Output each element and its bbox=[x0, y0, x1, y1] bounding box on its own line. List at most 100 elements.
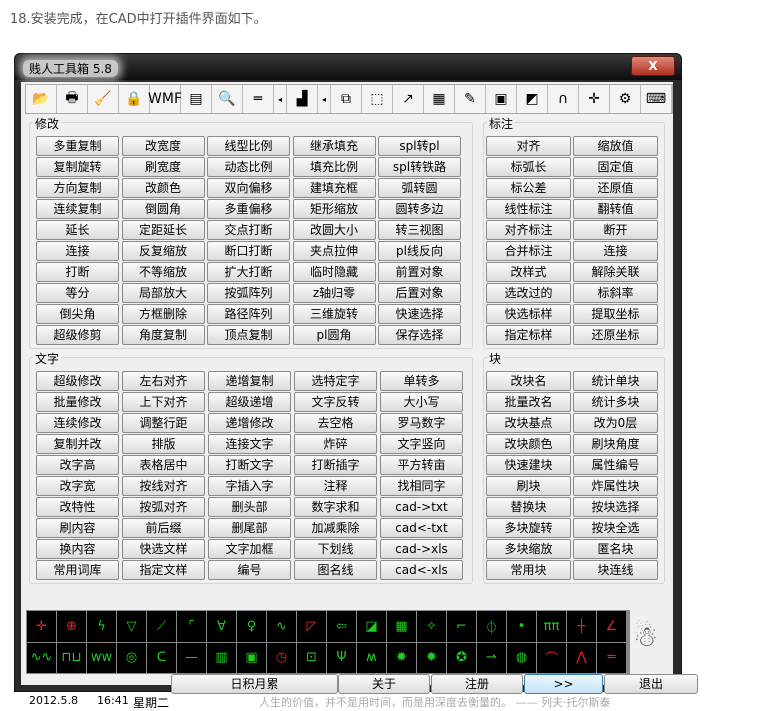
toolbar-icon-4[interactable]: WMF bbox=[148, 85, 182, 113]
toolbar-icon-20[interactable]: ⚙ bbox=[610, 85, 641, 113]
toolbar-icon-14[interactable]: ▦ bbox=[424, 85, 455, 113]
symbol-cell[interactable]: ◪ bbox=[357, 611, 386, 642]
modify-button[interactable]: 反复缩放 bbox=[121, 241, 205, 261]
toolbar-icon-1[interactable]: 🖶 bbox=[57, 85, 88, 113]
modify-button[interactable]: 改宽度 bbox=[121, 136, 205, 156]
modify-button[interactable]: 方向复制 bbox=[36, 178, 119, 198]
modify-button[interactable]: 刷宽度 bbox=[121, 157, 205, 177]
modify-button[interactable]: 扩大打断 bbox=[207, 262, 290, 282]
close-button[interactable]: X bbox=[631, 56, 675, 76]
text-button[interactable]: 单转多 bbox=[380, 371, 463, 391]
dim-button[interactable]: 选改过的 bbox=[486, 283, 571, 303]
modify-button[interactable]: 填充比例 bbox=[292, 157, 376, 177]
text-button[interactable]: 罗马数字 bbox=[380, 413, 463, 433]
modify-button[interactable]: 双向偏移 bbox=[207, 178, 290, 198]
toolbar-icon-16[interactable]: ▣ bbox=[486, 85, 517, 113]
modify-button[interactable]: 角度复制 bbox=[121, 325, 205, 345]
text-button[interactable]: 字插入字 bbox=[208, 476, 291, 496]
symbol-cell[interactable]: ππ bbox=[537, 611, 566, 642]
text-button[interactable]: 大小写 bbox=[380, 392, 463, 412]
text-button[interactable]: 超级修改 bbox=[36, 371, 119, 391]
text-button[interactable]: 文字竖向 bbox=[380, 434, 463, 454]
text-button[interactable]: 按线对齐 bbox=[122, 476, 205, 496]
symbol-cell[interactable]: ⇀ bbox=[477, 642, 506, 673]
block-button[interactable]: 刷块角度 bbox=[573, 434, 658, 454]
text-button[interactable]: 去空格 bbox=[294, 413, 377, 433]
dim-button[interactable]: 连接 bbox=[573, 241, 658, 261]
symbol-cell[interactable]: ⊡ bbox=[297, 642, 326, 673]
symbol-cell[interactable]: ⋀ bbox=[567, 642, 596, 673]
block-button[interactable]: 统计多块 bbox=[573, 392, 658, 412]
modify-button[interactable]: 快速选择 bbox=[378, 304, 461, 324]
dim-button[interactable]: 还原值 bbox=[573, 178, 658, 198]
modify-button[interactable]: 多重偏移 bbox=[207, 199, 290, 219]
text-button[interactable]: 文字加框 bbox=[208, 539, 291, 559]
modify-button[interactable]: 改圆大小 bbox=[292, 220, 376, 240]
text-button[interactable]: 数字求和 bbox=[294, 497, 377, 517]
modify-button[interactable]: 交点打断 bbox=[207, 220, 290, 240]
text-button[interactable]: 常用词库 bbox=[36, 560, 119, 580]
block-button[interactable]: 批量改名 bbox=[486, 392, 571, 412]
modify-button[interactable]: 路径阵列 bbox=[207, 304, 290, 324]
dim-button[interactable]: 固定值 bbox=[573, 157, 658, 177]
modify-button[interactable]: 方框删除 bbox=[121, 304, 205, 324]
symbol-cell[interactable]: ⌒ bbox=[537, 642, 566, 673]
symbol-cell[interactable]: ▥ bbox=[207, 642, 236, 673]
text-button[interactable]: 递增复制 bbox=[208, 371, 291, 391]
symbol-cell[interactable]: ⊕ bbox=[57, 611, 86, 642]
toolbar-icon-9[interactable]: ▟ bbox=[287, 85, 318, 113]
text-button[interactable]: 改字宽 bbox=[36, 476, 119, 496]
dim-button[interactable]: 指定标样 bbox=[486, 325, 571, 345]
symbol-cell[interactable]: ┼ bbox=[567, 611, 596, 642]
modify-button[interactable]: 弧转圆 bbox=[378, 178, 461, 198]
block-button[interactable]: 炸属性块 bbox=[573, 476, 658, 496]
dim-button[interactable]: 线性标注 bbox=[486, 199, 571, 219]
symbol-cell[interactable]: ▦ bbox=[387, 611, 416, 642]
text-button[interactable]: cad->xls bbox=[380, 539, 463, 559]
block-button[interactable]: 属性编号 bbox=[573, 455, 658, 475]
dim-button[interactable]: 缩放值 bbox=[573, 136, 658, 156]
toolbar-icon-21[interactable]: ⌨ bbox=[641, 85, 672, 113]
text-button[interactable]: 复制并改 bbox=[36, 434, 119, 454]
symbol-cell[interactable]: ∿∿ bbox=[27, 642, 56, 673]
symbol-cell[interactable]: ⏀ bbox=[477, 611, 506, 642]
block-button[interactable]: 统计单块 bbox=[573, 371, 658, 391]
text-button[interactable]: 连接文字 bbox=[208, 434, 291, 454]
toolbar-icon-17[interactable]: ◩ bbox=[517, 85, 548, 113]
block-button[interactable]: 匿名块 bbox=[573, 539, 658, 559]
toolbar-icon-11[interactable]: ⧉ bbox=[331, 85, 362, 113]
modify-button[interactable]: 动态比例 bbox=[207, 157, 290, 177]
dim-button[interactable]: 提取坐标 bbox=[573, 304, 658, 324]
toolbar-icon-2[interactable]: 🧹 bbox=[88, 85, 119, 113]
about-button[interactable]: 关于 bbox=[338, 674, 430, 694]
toolbar-icon-6[interactable]: 🔍 bbox=[212, 85, 243, 113]
modify-button[interactable]: 转三视图 bbox=[378, 220, 461, 240]
register-button[interactable]: 注册 bbox=[431, 674, 523, 694]
text-button[interactable]: 下划线 bbox=[294, 539, 377, 559]
modify-button[interactable]: 临时隐藏 bbox=[292, 262, 376, 282]
block-button[interactable]: 替换块 bbox=[486, 497, 571, 517]
modify-button[interactable]: 按弧阵列 bbox=[207, 283, 290, 303]
toolbar-icon-0[interactable]: 📂 bbox=[26, 85, 57, 113]
modify-button[interactable]: 改颜色 bbox=[121, 178, 205, 198]
dim-button[interactable]: 解除关联 bbox=[573, 262, 658, 282]
toolbar-icon-3[interactable]: 🔒 bbox=[119, 85, 150, 113]
block-button[interactable]: 改块名 bbox=[486, 371, 571, 391]
text-button[interactable]: 注释 bbox=[294, 476, 377, 496]
modify-button[interactable]: 倒圆角 bbox=[121, 199, 205, 219]
symbol-cell[interactable]: ⟋ bbox=[147, 611, 176, 642]
modify-button[interactable]: 局部放大 bbox=[121, 283, 205, 303]
text-button[interactable]: 指定文样 bbox=[122, 560, 205, 580]
modify-button[interactable]: 保存选择 bbox=[378, 325, 461, 345]
symbol-cell[interactable]: ⊓⊔ bbox=[57, 642, 86, 673]
block-button[interactable]: 多块缩放 bbox=[486, 539, 571, 559]
dim-button[interactable]: 对齐标注 bbox=[486, 220, 571, 240]
modify-button[interactable]: 定距延长 bbox=[121, 220, 205, 240]
block-button[interactable]: 快速建块 bbox=[486, 455, 571, 475]
text-button[interactable]: 连续修改 bbox=[36, 413, 119, 433]
text-button[interactable]: 上下对齐 bbox=[122, 392, 205, 412]
block-button[interactable]: 块连线 bbox=[573, 560, 658, 580]
text-button[interactable]: 递增修改 bbox=[208, 413, 291, 433]
text-button[interactable]: 超级递增 bbox=[208, 392, 291, 412]
dim-button[interactable]: 标弧长 bbox=[486, 157, 571, 177]
